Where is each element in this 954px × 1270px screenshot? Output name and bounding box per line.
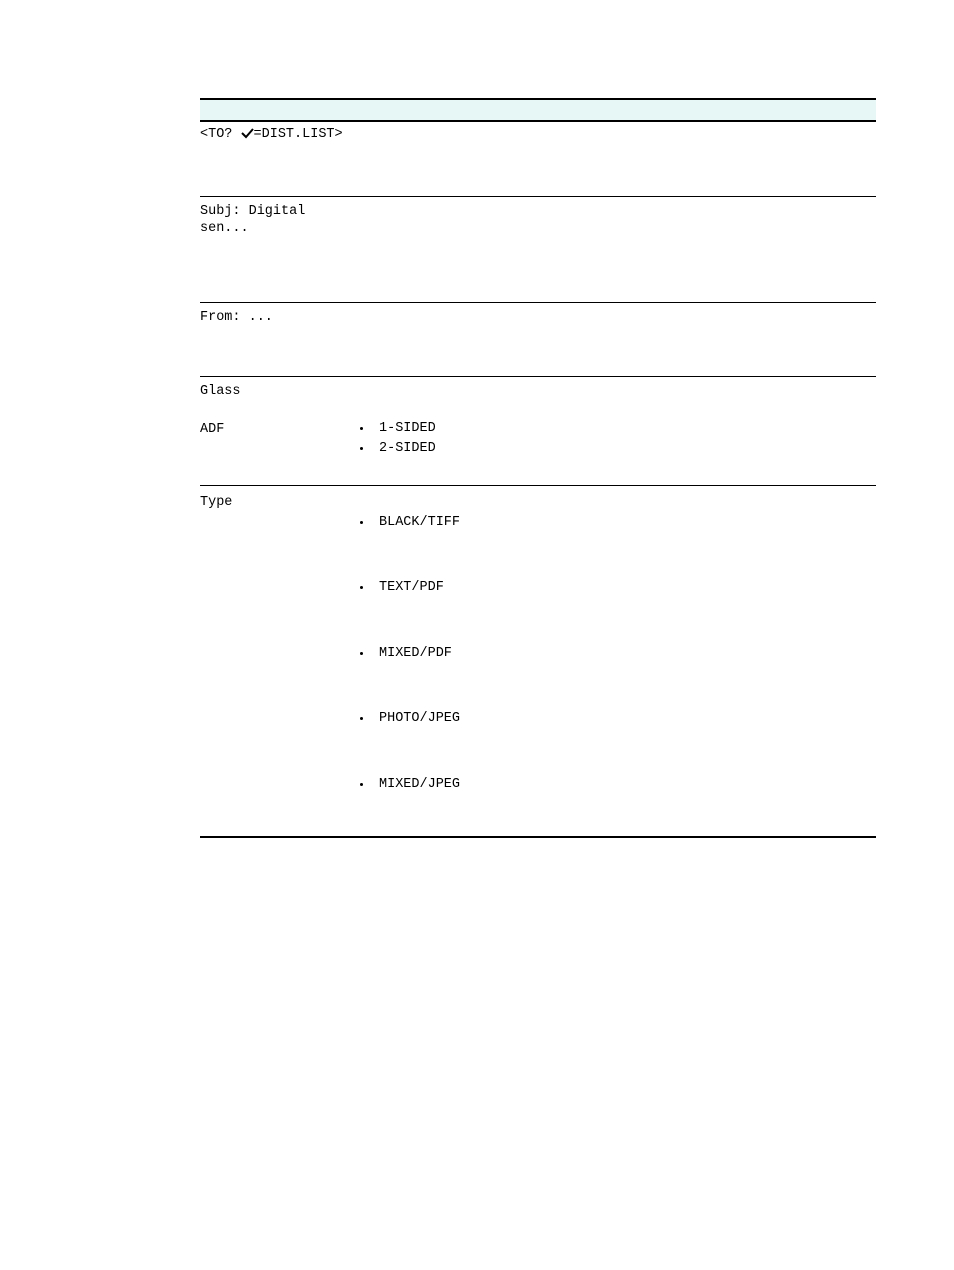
list-item: MIXED/PDF xyxy=(373,645,876,663)
adf-label: ADF xyxy=(200,417,353,439)
check-icon xyxy=(241,128,254,139)
to-suffix: =DIST.LIST> xyxy=(254,127,343,142)
list-item: 1-SIDED xyxy=(373,420,876,438)
subject-line1: Subj: Digital xyxy=(200,203,876,221)
from-field: From: ... xyxy=(200,303,876,333)
header-band xyxy=(200,100,876,122)
type-list: BLACK/TIFF TEXT/PDF MIXED/PDF PHOTO/JPEG… xyxy=(373,514,876,794)
to-prefix: <TO? xyxy=(200,127,241,142)
type-label: Type xyxy=(200,490,353,512)
list-item: PHOTO/JPEG xyxy=(373,710,876,728)
subject-line2: sen... xyxy=(200,220,876,238)
glass-label: Glass xyxy=(200,383,876,417)
list-item: 2-SIDED xyxy=(373,440,876,458)
from-text: From: ... xyxy=(200,310,273,325)
sides-list: 1-SIDED 2-SIDED xyxy=(373,420,876,458)
list-item: MIXED/JPEG xyxy=(373,776,876,794)
list-item: TEXT/PDF xyxy=(373,579,876,597)
subject-field: Subj: Digital sen... xyxy=(200,197,876,244)
to-field: <TO? =DIST.LIST> xyxy=(200,122,876,144)
list-item: BLACK/TIFF xyxy=(373,514,876,532)
